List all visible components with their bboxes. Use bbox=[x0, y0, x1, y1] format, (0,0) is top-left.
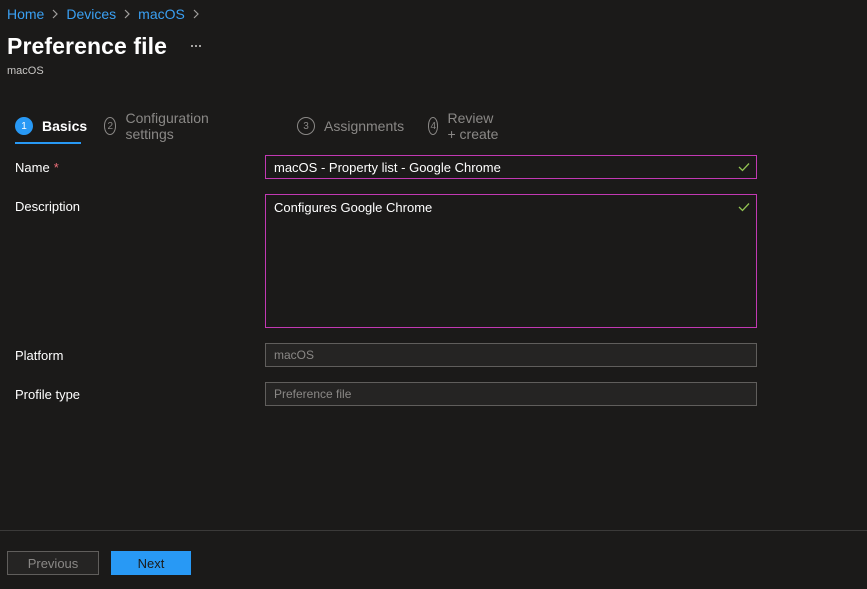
profile-type-value: Preference file bbox=[274, 387, 352, 401]
step-number-2: 2 bbox=[104, 117, 117, 135]
more-options-button[interactable] bbox=[186, 36, 206, 56]
step-label-assignments: Assignments bbox=[324, 118, 405, 134]
step-review-create[interactable]: 4 Review + create bbox=[428, 110, 501, 142]
checkmark-icon bbox=[738, 163, 750, 172]
profile-type-label: Profile type bbox=[15, 387, 81, 402]
page: Home Devices macOS Preference file macOS… bbox=[0, 0, 867, 589]
next-button[interactable]: Next bbox=[111, 551, 191, 575]
step-basics[interactable]: 1 Basics bbox=[15, 115, 87, 137]
page-subtitle: macOS bbox=[7, 65, 44, 77]
name-label-row: Name * bbox=[15, 160, 59, 175]
breadcrumb-macos[interactable]: macOS bbox=[138, 6, 185, 22]
chevron-right-icon bbox=[44, 6, 66, 22]
required-marker: * bbox=[53, 160, 59, 175]
ellipsis-dot bbox=[195, 45, 197, 47]
ellipsis-dot bbox=[199, 45, 201, 47]
description-textarea-value: Configures Google Chrome bbox=[274, 200, 433, 215]
chevron-right-icon bbox=[185, 6, 207, 22]
description-label: Description bbox=[15, 199, 81, 214]
ellipsis-icon bbox=[191, 45, 193, 47]
platform-value: macOS bbox=[274, 348, 315, 362]
name-label: Name bbox=[15, 160, 50, 175]
active-step-indicator bbox=[15, 142, 81, 144]
page-title: Preference file bbox=[7, 33, 168, 59]
breadcrumb-home[interactable]: Home bbox=[7, 6, 44, 22]
step-label-basics: Basics bbox=[42, 118, 88, 134]
previous-button[interactable]: Previous bbox=[7, 551, 99, 575]
step-number-1: 1 bbox=[15, 117, 33, 135]
step-number-3: 3 bbox=[297, 117, 315, 135]
step-number-4: 4 bbox=[428, 117, 439, 135]
breadcrumb-devices[interactable]: Devices bbox=[66, 6, 116, 22]
platform-label: Platform bbox=[15, 348, 64, 363]
description-textarea[interactable]: Configures Google Chrome bbox=[265, 194, 757, 328]
chevron-right-icon bbox=[116, 6, 138, 22]
profile-type-field: Preference file bbox=[265, 382, 757, 406]
step-configuration-settings[interactable]: 2 Configuration settings bbox=[104, 110, 214, 142]
step-assignments[interactable]: 3 Assignments bbox=[297, 115, 404, 137]
checkmark-icon bbox=[738, 203, 750, 212]
step-label-configuration-settings: Configuration settings bbox=[125, 110, 209, 142]
platform-field: macOS bbox=[265, 343, 757, 367]
name-input-value: macOS - Property list - Google Chrome bbox=[274, 160, 501, 175]
breadcrumb: Home Devices macOS bbox=[7, 6, 207, 22]
name-input[interactable]: macOS - Property list - Google Chrome bbox=[265, 155, 757, 179]
step-label-review-create: Review + create bbox=[447, 110, 499, 142]
footer-divider bbox=[0, 530, 867, 531]
